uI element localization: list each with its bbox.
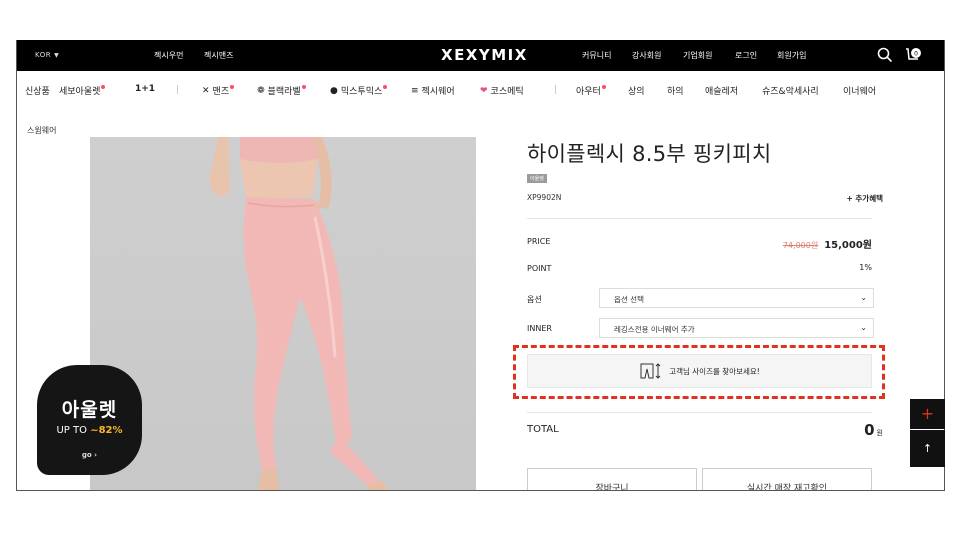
point-row: POINT 1%: [527, 262, 872, 276]
product-image[interactable]: [90, 137, 476, 490]
nav-new-arrivals[interactable]: 신상품: [25, 84, 50, 97]
model-in-leggings-illustration: [209, 137, 390, 490]
segment-women-link[interactable]: 젝시우먼: [154, 50, 183, 61]
chevron-down-icon: ⌄: [860, 323, 867, 332]
sale-price: 15,000원: [824, 240, 872, 251]
site-logo[interactable]: XEXYMIX: [441, 46, 528, 64]
product-title: 하이플렉시 8.5부 핑키피치: [527, 142, 772, 166]
divider: [527, 412, 872, 413]
outlet-title: 아울렛: [61, 399, 118, 421]
scroll-top-icon[interactable]: ↑: [910, 430, 945, 467]
price-row: PRICE 74,000원 15,000원: [527, 235, 872, 251]
mix-icon: ●: [330, 85, 338, 96]
point-label: POINT: [527, 264, 552, 273]
extra-benefit-link[interactable]: + 추가혜택: [847, 193, 884, 204]
wear-icon: ≡: [411, 85, 419, 96]
cart-icon[interactable]: 0: [904, 46, 922, 64]
breadcrumb[interactable]: 스윔웨어: [27, 125, 56, 136]
outlet-go-link[interactable]: go ›: [37, 451, 142, 459]
chevron-down-icon: ⌄: [860, 293, 867, 302]
inner-select[interactable]: 레깅스전용 이너웨어 추가 ⌄: [599, 318, 874, 338]
divider: [527, 218, 872, 219]
segment-men-link[interactable]: 젝시맨즈: [204, 50, 233, 61]
total-value: 0원: [864, 421, 883, 439]
nav-mens[interactable]: ✕ 맨즈: [202, 84, 235, 97]
product-tag-badge: 아울렛: [527, 174, 547, 183]
add-to-cart-button[interactable]: 장바구니: [527, 468, 697, 490]
store-stock-check-button[interactable]: 실시간 매장 재고확인: [702, 468, 872, 490]
lips-icon: ❤: [480, 85, 488, 96]
mens-icon: ✕: [202, 85, 210, 96]
browser-viewport: KOR ▼ 젝시우먼 젝시맨즈 XEXYMIX 커뮤니티 강사회원 기업회원 로그…: [16, 40, 945, 491]
option-label: 옵션: [527, 295, 542, 304]
original-price: 74,000원: [782, 241, 819, 250]
total-label: TOTAL: [527, 424, 559, 435]
nav-cosmetic[interactable]: ❤ 코스메틱: [480, 84, 524, 98]
plus-icon[interactable]: +: [910, 399, 945, 429]
nav-outlet[interactable]: 세보아울렛: [59, 84, 106, 97]
outlet-discount: UP TO ~82%: [56, 425, 123, 436]
inner-label: INNER: [527, 324, 552, 333]
chevron-down-icon: ▼: [54, 52, 60, 59]
nav-black-label[interactable]: ❁ 블랙라벨: [257, 84, 306, 97]
price-label: PRICE: [527, 237, 551, 246]
option-select[interactable]: 옵션 선택 ⌄: [599, 288, 874, 308]
nav-one-plus-one[interactable]: 1+1: [135, 84, 155, 94]
product-info-panel: 하이플렉시 8.5부 핑키피치 아울렛 XP9902N + 추가혜택 PRICE…: [513, 40, 887, 490]
nav-mix-to-mix[interactable]: ● 믹스투믹스: [330, 84, 388, 97]
svg-text:0: 0: [914, 51, 918, 58]
outlet-banner[interactable]: 아울렛 UP TO ~82% go ›: [37, 365, 142, 475]
black-label-icon: ❁: [257, 85, 265, 96]
size-finder-button[interactable]: 고객님 사이즈를 찾아보세요!: [527, 354, 872, 388]
point-value: 1%: [859, 263, 872, 272]
language-selector[interactable]: KOR ▼: [35, 51, 59, 59]
pants-size-icon: [640, 363, 661, 379]
product-code: XP9902N: [527, 193, 562, 202]
nav-xexy-wear[interactable]: ≡ 젝시웨어: [411, 84, 455, 98]
